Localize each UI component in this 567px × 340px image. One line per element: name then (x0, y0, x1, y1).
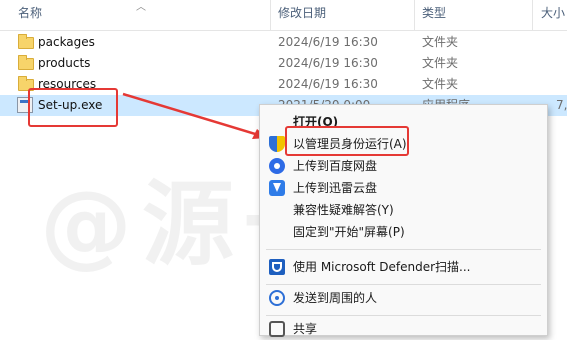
menu-item-label: 上传到迅雷云盘 (293, 181, 378, 195)
folder-icon (18, 55, 34, 70)
file-name: packages (38, 35, 95, 49)
context-menu: 打开(O) 以管理员身份运行(A) 上传到百度网盘 上传到迅雷云盘 兼容性疑难解… (259, 104, 548, 337)
menu-item-label: 打开(O) (293, 115, 339, 129)
defender-icon (269, 259, 285, 275)
menu-item-label: 使用 Microsoft Defender扫描... (293, 260, 471, 274)
file-type: 文件夹 (422, 56, 459, 70)
baidu-netdisk-icon (269, 158, 285, 174)
folder-icon (18, 76, 34, 91)
uac-shield-icon (269, 136, 285, 152)
menu-item-share[interactable]: 共享 (260, 318, 547, 340)
file-date: 2024/6/19 16:30 (278, 77, 378, 91)
folder-icon (18, 34, 34, 49)
menu-item-compat-troubleshoot[interactable]: 兼容性疑难解答(Y) (260, 199, 547, 221)
sort-caret-icon: ︿ (136, 2, 146, 13)
column-divider[interactable] (532, 0, 533, 30)
xunlei-cloud-icon (269, 180, 285, 196)
menu-separator (266, 249, 541, 250)
file-date: 2024/6/19 16:30 (278, 35, 378, 49)
menu-item-upload-baidu[interactable]: 上传到百度网盘 (260, 155, 547, 177)
column-divider[interactable] (270, 0, 271, 30)
file-name: resources (38, 77, 97, 91)
column-header-bar: ︿ 名称 修改日期 类型 大小 (0, 0, 567, 31)
menu-item-upload-xunlei[interactable]: 上传到迅雷云盘 (260, 177, 547, 199)
menu-separator (266, 315, 541, 316)
share-icon (269, 321, 285, 337)
file-name: Set-up.exe (38, 98, 103, 112)
menu-item-label: 上传到百度网盘 (293, 159, 378, 173)
menu-item-label: 兼容性疑难解答(Y) (293, 203, 394, 217)
menu-item-nearby-share[interactable]: 发送到周围的人 (260, 287, 547, 309)
column-header-name[interactable]: 名称 (18, 0, 42, 30)
column-header-date[interactable]: 修改日期 (278, 0, 326, 30)
file-row[interactable]: packages 2024/6/19 16:30 文件夹 (0, 32, 567, 53)
column-divider[interactable] (414, 0, 415, 30)
menu-separator (266, 284, 541, 285)
file-size: 7, (556, 98, 567, 112)
file-type: 文件夹 (422, 35, 459, 49)
file-row[interactable]: products 2024/6/19 16:30 文件夹 (0, 53, 567, 74)
nearby-share-icon (269, 290, 285, 306)
menu-item-run-as-admin[interactable]: 以管理员身份运行(A) (260, 133, 547, 155)
menu-item-label: 发送到周围的人 (293, 291, 378, 305)
menu-item-label: 共享 (293, 322, 318, 336)
file-date: 2024/6/19 16:30 (278, 56, 378, 70)
menu-item-open[interactable]: 打开(O) (260, 111, 547, 133)
column-header-size[interactable]: 大小 (541, 0, 565, 30)
menu-item-pin-to-start[interactable]: 固定到"开始"屏幕(P) (260, 221, 547, 243)
menu-item-label: 以管理员身份运行(A) (293, 137, 407, 151)
menu-item-defender-scan[interactable]: 使用 Microsoft Defender扫描... (260, 256, 547, 278)
file-name: products (38, 56, 91, 70)
menu-item-label: 固定到"开始"屏幕(P) (293, 225, 405, 239)
exe-icon (17, 97, 33, 113)
column-header-type[interactable]: 类型 (422, 0, 446, 30)
file-type: 文件夹 (422, 77, 459, 91)
file-row[interactable]: resources 2024/6/19 16:30 文件夹 (0, 74, 567, 95)
